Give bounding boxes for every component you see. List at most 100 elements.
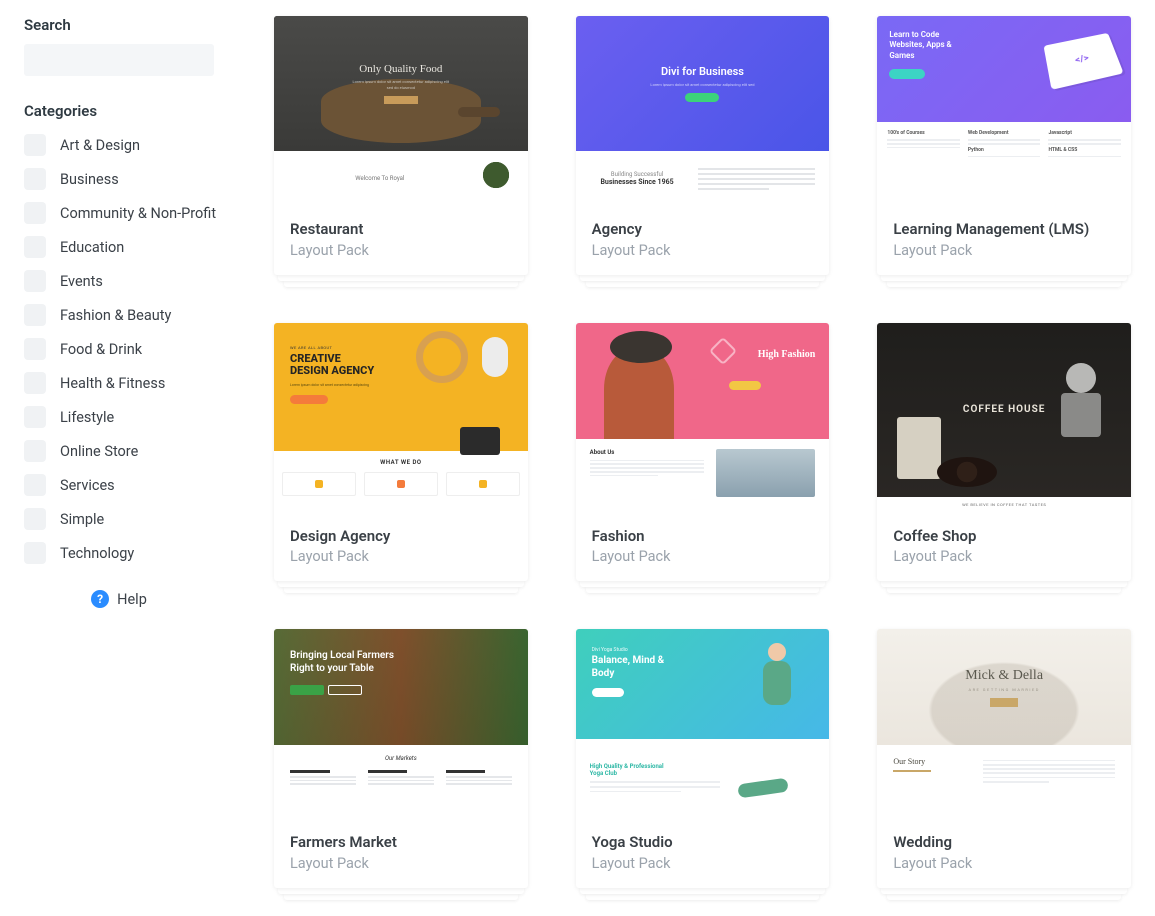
category-business[interactable]: Business [24,168,234,190]
layout-card-fashion[interactable]: High Fashion About Us Fashion Layout Pac… [576,323,830,582]
card-title: Coffee Shop [893,527,1115,547]
layout-card-design-agency[interactable]: WE ARE ALL ABOUT CREATIVEDESIGN AGENCY L… [274,323,528,582]
thumb-text: Our Markets [290,755,512,762]
category-lifestyle[interactable]: Lifestyle [24,406,234,428]
category-list: Art & Design Business Community & Non-Pr… [24,134,234,564]
thumb-text: Python [968,147,1041,153]
thumb-heading: High Fashion [758,349,816,360]
card-title: Fashion [592,527,814,547]
category-online-store[interactable]: Online Store [24,440,234,462]
card-title: Restaurant [290,220,512,240]
layout-thumbnail: Divi Yoga Studio Balance, Mind & Body Hi… [576,629,830,819]
category-education[interactable]: Education [24,236,234,258]
category-community-nonprofit[interactable]: Community & Non-Profit [24,202,234,224]
checkbox-icon[interactable] [24,372,46,394]
sidebar: Search Categories Art & Design Business … [24,16,234,888]
layout-thumbnail: COFFEE HOUSE WE BELIEVE IN COFFEE THAT T… [877,323,1131,513]
layout-thumbnail: Only Quality Food Lorem ipsum dolor sit … [274,16,528,206]
checkbox-icon[interactable] [24,168,46,190]
checkbox-icon[interactable] [24,304,46,326]
category-label: Business [60,171,119,188]
thumb-heading: DESIGN AGENCY [290,364,374,377]
category-events[interactable]: Events [24,270,234,292]
card-title: Design Agency [290,527,512,547]
category-fashion-beauty[interactable]: Fashion & Beauty [24,304,234,326]
layout-thumbnail: WE ARE ALL ABOUT CREATIVEDESIGN AGENCY L… [274,323,528,513]
card-subtitle: Layout Pack [290,548,512,565]
thumb-text: WE BELIEVE IN COFFEE THAT TASTES [962,502,1046,507]
checkbox-icon[interactable] [24,338,46,360]
card-title: Agency [592,220,814,240]
layout-card-wedding[interactable]: Mick & Della ARE GETTING MARRIED Our Sto… [877,629,1131,888]
checkbox-icon[interactable] [24,134,46,156]
card-title: Farmers Market [290,833,512,853]
checkbox-icon[interactable] [24,270,46,292]
thumb-subtext: Welcome To Royal [290,175,470,182]
category-technology[interactable]: Technology [24,542,234,564]
card-subtitle: Layout Pack [893,548,1115,565]
thumb-text: Building Successful [590,171,685,178]
category-label: Services [60,477,115,494]
thumb-text: WHAT WE DO [380,459,421,466]
card-subtitle: Layout Pack [893,855,1115,872]
search-input[interactable] [24,44,214,76]
layout-card-yoga-studio[interactable]: Divi Yoga Studio Balance, Mind & Body Hi… [576,629,830,888]
help-link[interactable]: ? Help [24,590,214,608]
card-subtitle: Layout Pack [290,855,512,872]
layout-thumbnail: High Fashion About Us [576,323,830,513]
category-label: Lifestyle [60,409,114,426]
thumb-text: ARE GETTING MARRIED [968,687,1039,692]
category-food-drink[interactable]: Food & Drink [24,338,234,360]
category-label: Education [60,239,124,256]
layout-card-lms[interactable]: Learn to Code Websites, Apps & Games 100… [877,16,1131,275]
category-simple[interactable]: Simple [24,508,234,530]
layout-card-restaurant[interactable]: Only Quality Food Lorem ipsum dolor sit … [274,16,528,275]
search-label: Search [24,16,234,34]
card-subtitle: Layout Pack [592,548,814,565]
checkbox-icon[interactable] [24,406,46,428]
layout-grid: Only Quality Food Lorem ipsum dolor sit … [274,16,1131,888]
layout-thumbnail: Divi for Business Lorem ipsum dolor sit … [576,16,830,206]
thumb-text: HTML & CSS [1048,147,1121,153]
layout-thumbnail: Mick & Della ARE GETTING MARRIED Our Sto… [877,629,1131,819]
layout-card-coffee-shop[interactable]: COFFEE HOUSE WE BELIEVE IN COFFEE THAT T… [877,323,1131,582]
help-label: Help [117,591,147,608]
card-subtitle: Layout Pack [592,242,814,259]
thumb-text: Web Development [968,130,1041,136]
thumb-heading: Divi for Business [661,65,744,78]
category-art-design[interactable]: Art & Design [24,134,234,156]
category-label: Technology [60,545,134,562]
thumb-text: Javascript [1048,130,1121,136]
thumb-heading: Only Quality Food [359,63,442,75]
layout-card-agency[interactable]: Divi for Business Lorem ipsum dolor sit … [576,16,830,275]
layout-card-farmers-market[interactable]: Bringing Local Farmers Right to your Tab… [274,629,528,888]
thumb-text: Our Story [893,757,968,766]
layout-thumbnail: Bringing Local Farmers Right to your Tab… [274,629,528,819]
thumb-text: WE ARE ALL ABOUT [290,345,512,350]
thumb-heading: COFFEE HOUSE [963,404,1045,415]
card-title: Learning Management (LMS) [893,220,1115,240]
thumb-heading: Balance, Mind & Body [592,655,672,680]
category-label: Events [60,273,103,290]
checkbox-icon[interactable] [24,236,46,258]
categories-label: Categories [24,102,234,120]
card-title: Yoga Studio [592,833,814,853]
category-label: Simple [60,511,104,528]
checkbox-icon[interactable] [24,508,46,530]
thumb-heading: Mick & Della [965,668,1043,684]
category-health-fitness[interactable]: Health & Fitness [24,372,234,394]
card-subtitle: Layout Pack [290,242,512,259]
thumb-text: Businesses Since 1965 [590,178,685,186]
checkbox-icon[interactable] [24,474,46,496]
thumb-text: High Quality & Professional Yoga Club [590,763,670,779]
category-label: Online Store [60,443,138,460]
checkbox-icon[interactable] [24,440,46,462]
checkbox-icon[interactable] [24,202,46,224]
category-services[interactable]: Services [24,474,234,496]
thumb-heading: Bringing Local Farmers Right to your Tab… [290,649,410,675]
card-subtitle: Layout Pack [893,242,1115,259]
thumb-text: About Us [590,449,704,456]
thumb-text: 100's of Courses [887,130,960,136]
category-label: Community & Non-Profit [60,205,216,222]
checkbox-icon[interactable] [24,542,46,564]
